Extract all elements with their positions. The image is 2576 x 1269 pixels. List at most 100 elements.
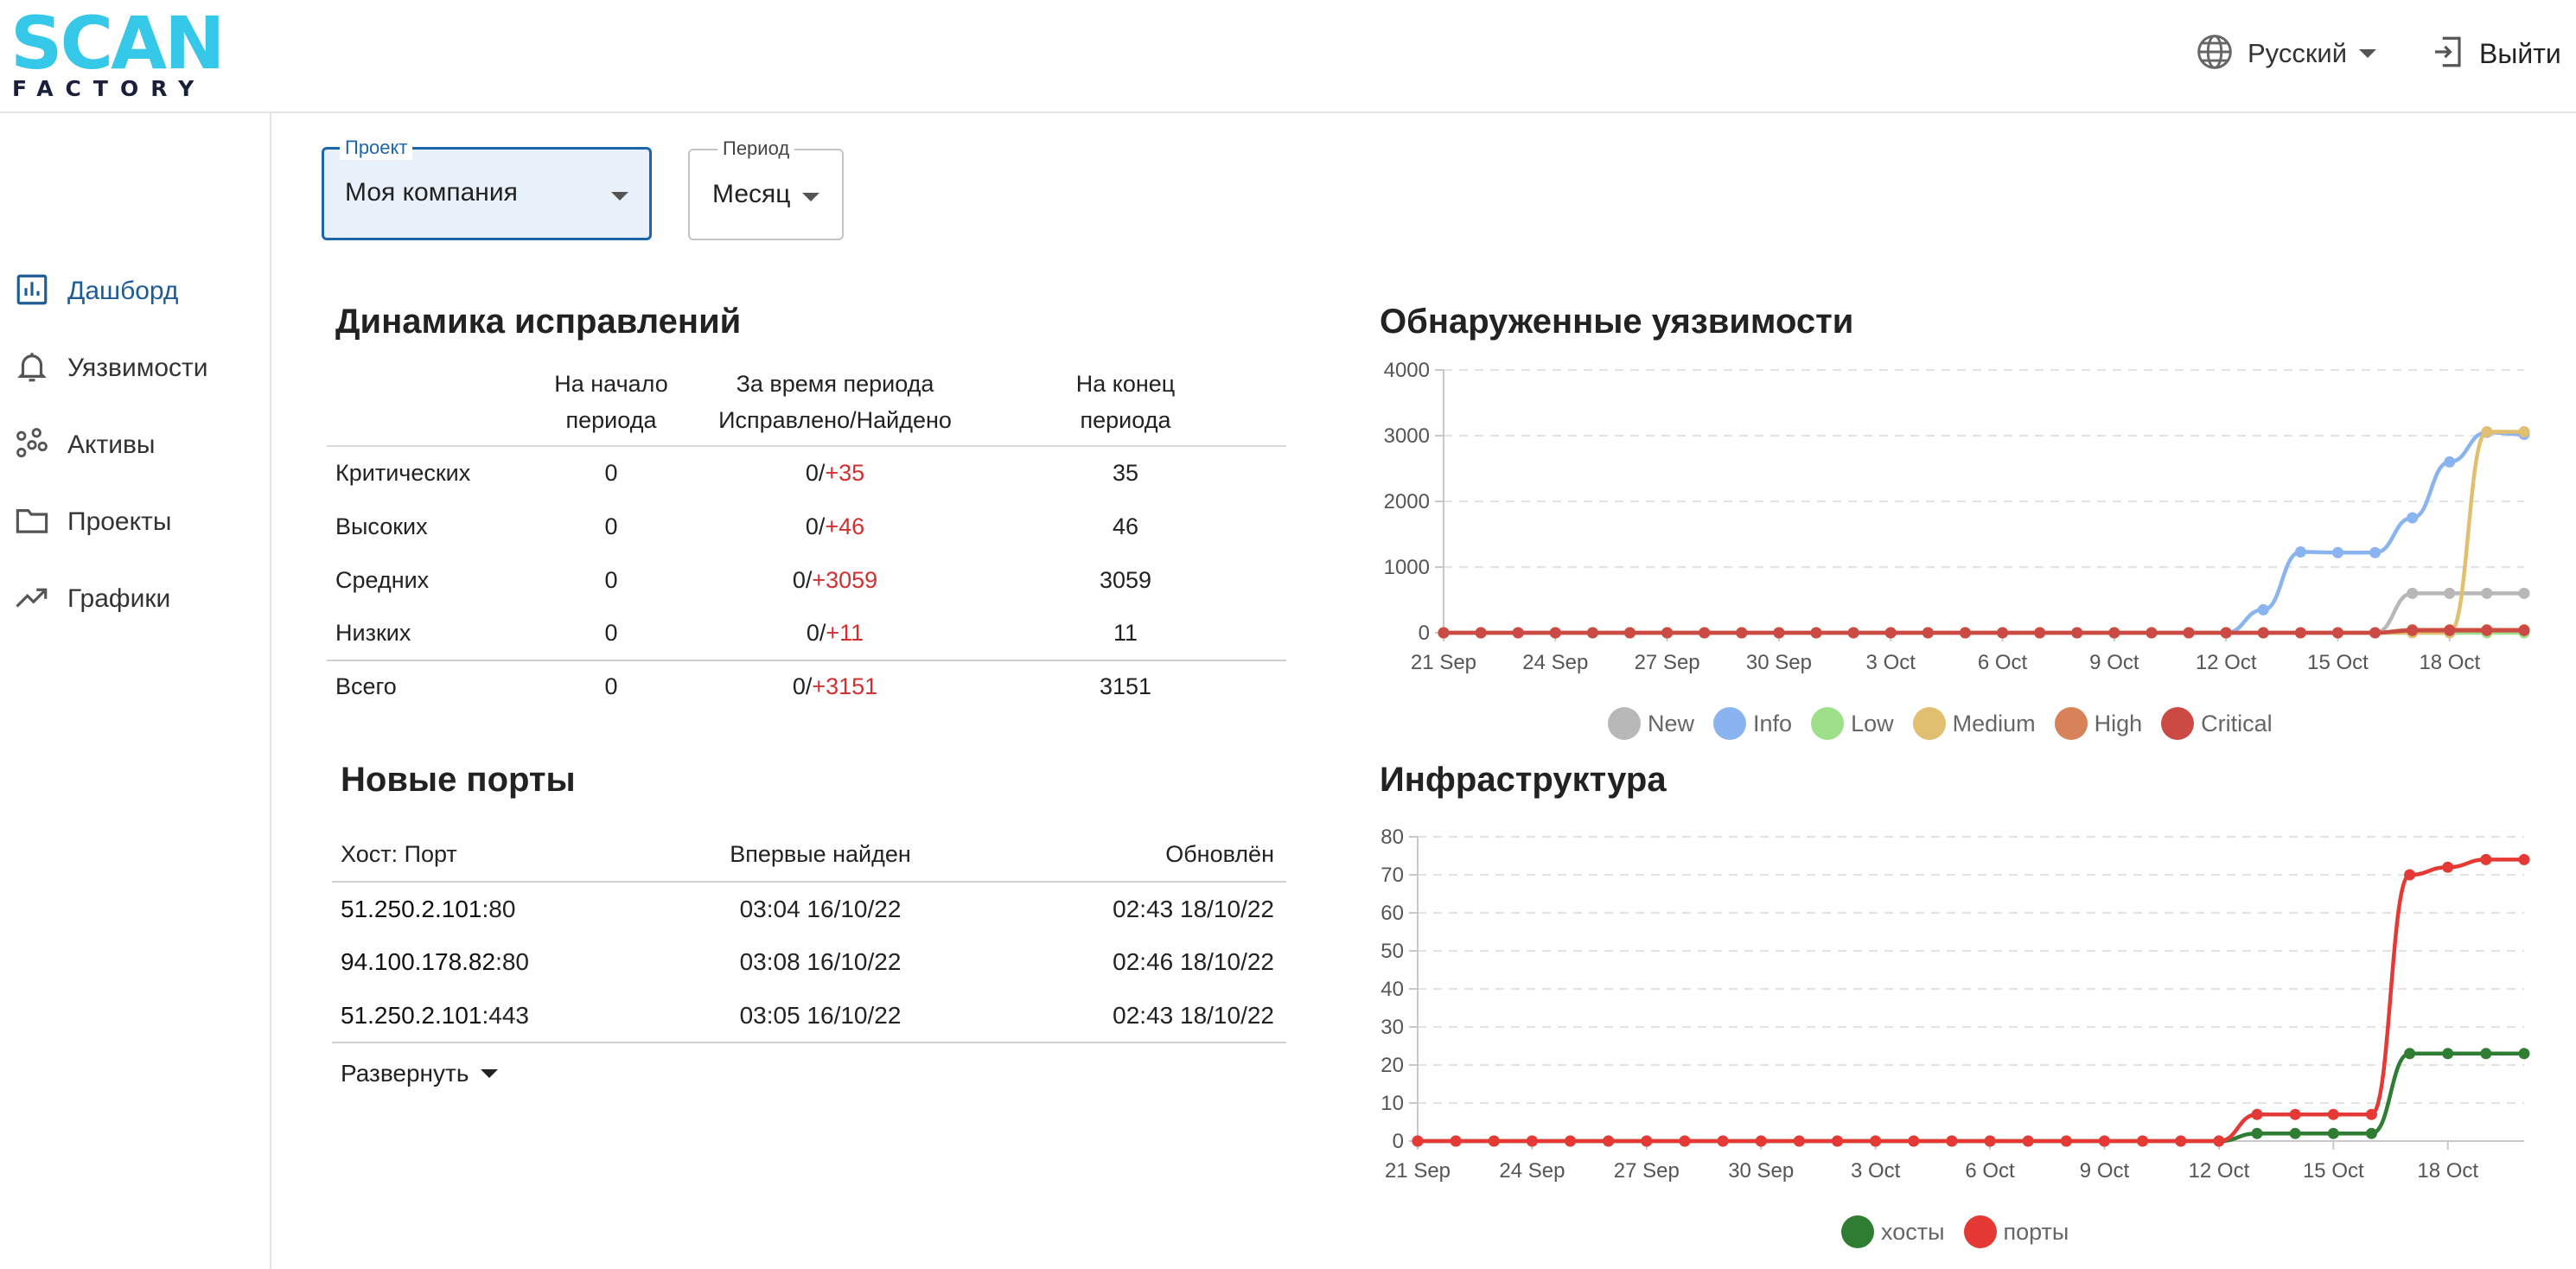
data-point-порты[interactable]: [1450, 1135, 1462, 1147]
period-select[interactable]: Период Месяц: [688, 137, 844, 240]
data-point-critical[interactable]: [1736, 627, 1748, 639]
data-point-порты[interactable]: [2404, 869, 2416, 881]
data-point-critical[interactable]: [1810, 627, 1822, 639]
legend-item-info[interactable]: Info: [1713, 707, 1792, 740]
data-point-порты[interactable]: [1946, 1135, 1958, 1147]
data-point-порты[interactable]: [1526, 1135, 1538, 1147]
data-point-порты[interactable]: [2289, 1108, 2301, 1120]
data-point-порты[interactable]: [2137, 1135, 2149, 1147]
legend-item-critical[interactable]: Critical: [2161, 707, 2273, 740]
data-point-порты[interactable]: [2251, 1108, 2263, 1120]
data-point-хосты[interactable]: [2365, 1127, 2377, 1139]
data-point-порты[interactable]: [2480, 853, 2492, 865]
data-point-хосты[interactable]: [2251, 1127, 2263, 1139]
data-point-порты[interactable]: [2327, 1108, 2339, 1120]
data-point-хосты[interactable]: [2442, 1048, 2454, 1060]
data-point-порты[interactable]: [1832, 1135, 1844, 1147]
legend-item-medium[interactable]: Medium: [1912, 707, 2036, 740]
project-select[interactable]: Проект Моя компания: [322, 136, 652, 240]
data-point-new[interactable]: [2518, 587, 2530, 599]
data-point-critical[interactable]: [2407, 624, 2419, 636]
data-point-порты[interactable]: [2098, 1135, 2110, 1147]
data-point-critical[interactable]: [1549, 627, 1561, 639]
data-point-critical[interactable]: [1922, 627, 1934, 639]
data-point-new[interactable]: [2444, 587, 2456, 599]
table-row[interactable]: 51.250.2.101:80 03:04 16/10/22 02:43 18/…: [332, 882, 1286, 935]
data-point-critical[interactable]: [2481, 624, 2493, 636]
data-point-info[interactable]: [2444, 456, 2456, 468]
data-point-critical[interactable]: [1847, 627, 1859, 639]
legend-item-low[interactable]: Low: [1811, 707, 1894, 740]
data-point-хосты[interactable]: [2289, 1127, 2301, 1139]
data-point-critical[interactable]: [2369, 627, 2382, 639]
data-point-порты[interactable]: [1488, 1135, 1500, 1147]
data-point-critical[interactable]: [2034, 627, 2046, 639]
expand-button[interactable]: Развернуть: [341, 1056, 499, 1091]
data-point-critical[interactable]: [2518, 624, 2530, 636]
data-point-critical[interactable]: [1586, 627, 1598, 639]
data-point-critical[interactable]: [1661, 627, 1674, 639]
data-point-critical[interactable]: [2108, 627, 2120, 639]
data-point-critical[interactable]: [1624, 627, 1636, 639]
data-point-new[interactable]: [2481, 587, 2493, 599]
scan-factory-logo[interactable]: SCAN FACTORY: [10, 7, 225, 102]
data-point-порты[interactable]: [2213, 1135, 2225, 1147]
data-point-порты[interactable]: [1603, 1135, 1615, 1147]
data-point-порты[interactable]: [2518, 853, 2530, 865]
data-point-хосты[interactable]: [2518, 1048, 2530, 1060]
data-point-порты[interactable]: [1565, 1135, 1577, 1147]
data-point-critical[interactable]: [1699, 627, 1711, 639]
data-point-new[interactable]: [2407, 587, 2419, 599]
data-point-critical[interactable]: [1512, 627, 1524, 639]
sidebar-item-charts[interactable]: Графики: [14, 573, 170, 625]
data-point-critical[interactable]: [1438, 627, 1450, 639]
data-point-critical[interactable]: [2071, 627, 2083, 639]
data-point-порты[interactable]: [2442, 861, 2454, 873]
data-point-порты[interactable]: [1984, 1135, 1996, 1147]
data-point-хосты[interactable]: [2327, 1127, 2339, 1139]
legend-item-хосты[interactable]: хосты: [1841, 1215, 1945, 1248]
data-point-хосты[interactable]: [2480, 1048, 2492, 1060]
data-point-critical[interactable]: [2183, 627, 2195, 639]
data-point-critical[interactable]: [2294, 627, 2306, 639]
data-point-info[interactable]: [2331, 546, 2343, 558]
data-point-critical[interactable]: [1884, 627, 1897, 639]
data-point-порты[interactable]: [1641, 1135, 1653, 1147]
data-point-info[interactable]: [2294, 546, 2306, 558]
data-point-critical[interactable]: [2444, 624, 2456, 636]
data-point-порты[interactable]: [1717, 1135, 1729, 1147]
data-point-порты[interactable]: [1908, 1135, 1920, 1147]
data-point-critical[interactable]: [1959, 627, 1971, 639]
data-point-info[interactable]: [2407, 512, 2419, 524]
data-point-critical[interactable]: [1475, 627, 1487, 639]
data-point-medium[interactable]: [2481, 426, 2493, 438]
data-point-critical[interactable]: [1997, 627, 2009, 639]
data-point-хосты[interactable]: [2404, 1048, 2416, 1060]
data-point-порты[interactable]: [2365, 1108, 2377, 1120]
data-point-порты[interactable]: [1755, 1135, 1767, 1147]
data-point-порты[interactable]: [1870, 1135, 1882, 1147]
data-point-critical[interactable]: [2146, 627, 2158, 639]
data-point-critical[interactable]: [1773, 627, 1785, 639]
table-row[interactable]: 51.250.2.101:443 03:05 16/10/22 02:43 18…: [332, 989, 1286, 1043]
legend-item-high[interactable]: High: [2054, 707, 2142, 740]
data-point-info[interactable]: [2369, 546, 2382, 558]
legend-item-порты[interactable]: порты: [1963, 1215, 2069, 1248]
data-point-info[interactable]: [2257, 603, 2269, 615]
data-point-critical[interactable]: [2257, 627, 2269, 639]
sidebar-item-projects[interactable]: Проекты: [14, 496, 171, 548]
data-point-порты[interactable]: [2022, 1135, 2034, 1147]
legend-item-new[interactable]: New: [1608, 707, 1694, 740]
table-row[interactable]: 94.100.178.82:80 03:08 16/10/22 02:46 18…: [332, 935, 1286, 989]
data-point-порты[interactable]: [1412, 1135, 1424, 1147]
data-point-порты[interactable]: [1679, 1135, 1691, 1147]
language-selector[interactable]: Русский: [2196, 31, 2377, 76]
sidebar-item-dashboard[interactable]: Дашборд: [14, 265, 178, 317]
data-point-medium[interactable]: [2518, 426, 2530, 438]
data-point-critical[interactable]: [2220, 627, 2232, 639]
data-point-порты[interactable]: [2175, 1135, 2187, 1147]
data-point-порты[interactable]: [2060, 1135, 2072, 1147]
data-point-порты[interactable]: [1793, 1135, 1805, 1147]
sidebar-item-vulnerabilities[interactable]: Уязвимости: [14, 342, 208, 394]
logout-button[interactable]: Выйти: [2429, 31, 2561, 76]
